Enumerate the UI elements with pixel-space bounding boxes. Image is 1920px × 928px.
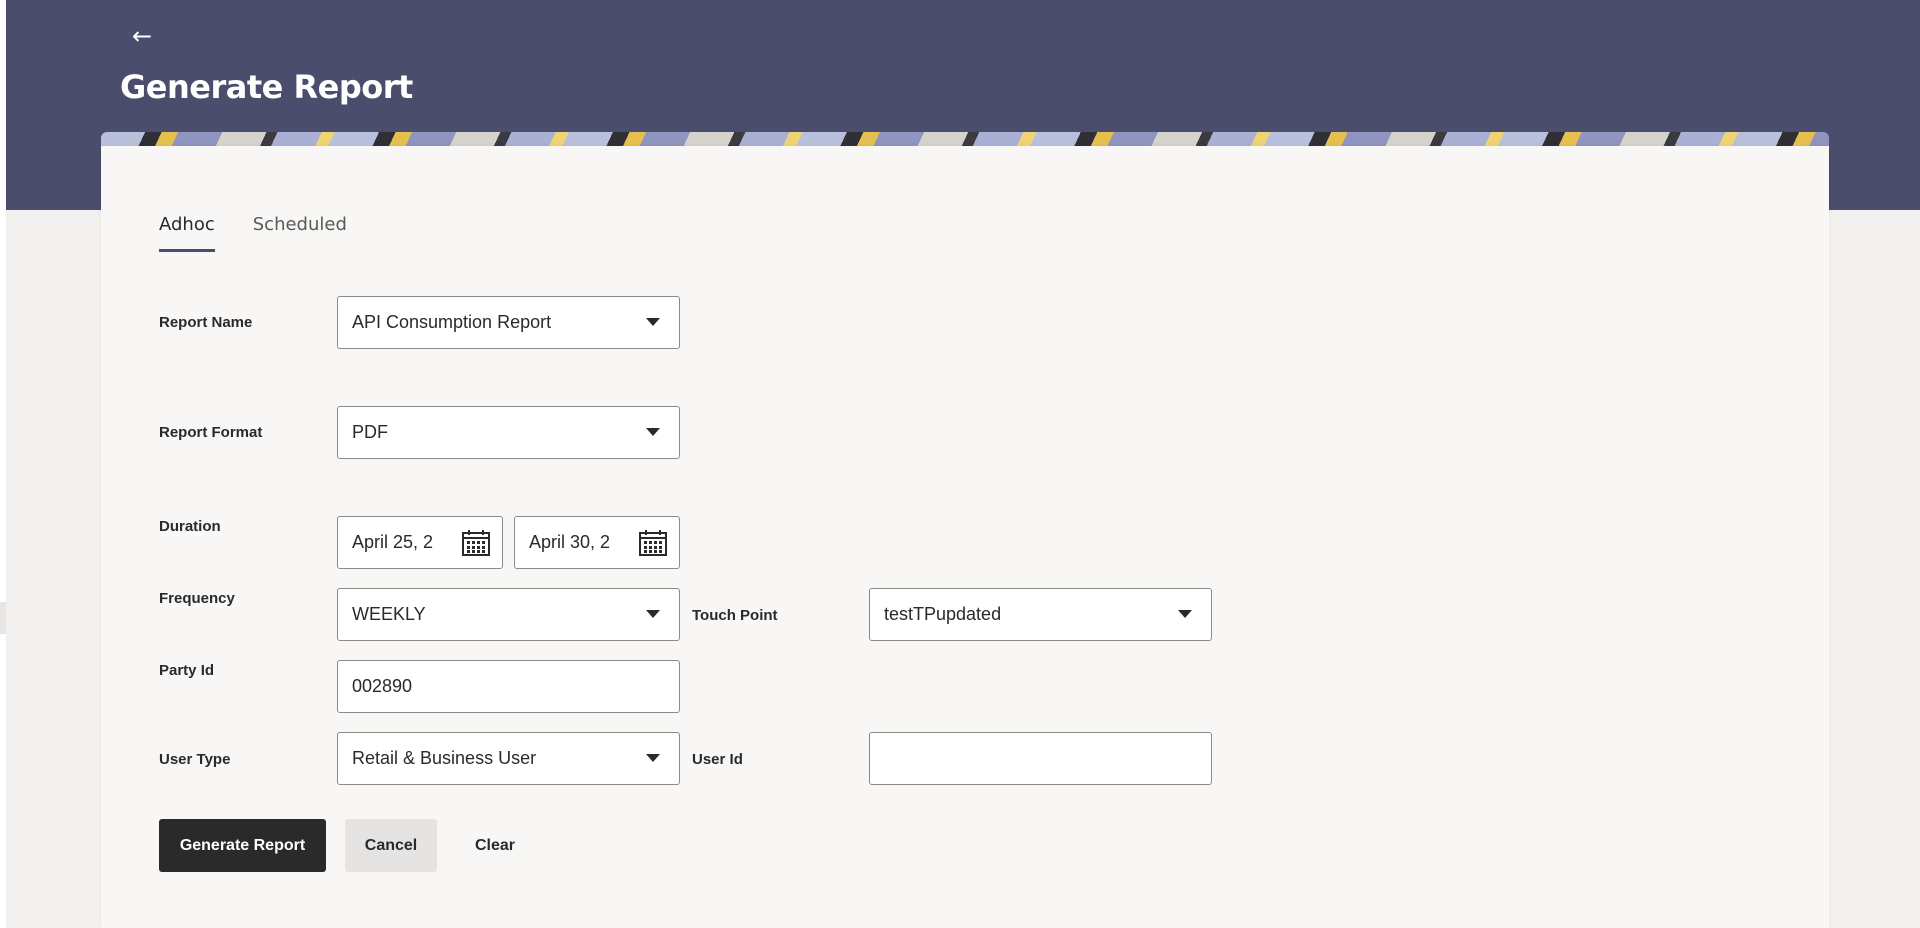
duration-from-date[interactable]: April 25, 2 <box>337 516 503 569</box>
report-name-select[interactable]: API Consumption Report <box>337 296 680 349</box>
duration-from-value: April 25, 2 <box>352 532 434 552</box>
cancel-button[interactable]: Cancel <box>345 819 437 872</box>
chevron-down-icon <box>646 318 660 326</box>
chevron-down-icon <box>1178 610 1192 618</box>
calendar-icon[interactable] <box>639 529 667 556</box>
report-tabs: Adhoc Scheduled <box>159 214 347 252</box>
frequency-value: WEEKLY <box>352 604 426 624</box>
duration-to-date[interactable]: April 30, 2 <box>514 516 680 569</box>
report-format-value: PDF <box>352 422 388 442</box>
clear-button[interactable]: Clear <box>456 819 534 872</box>
frequency-label: Frequency <box>159 590 235 607</box>
chevron-down-icon <box>646 428 660 436</box>
party-id-label: Party Id <box>159 662 215 679</box>
party-id-input[interactable]: 002890 <box>337 660 680 713</box>
frequency-select[interactable]: WEEKLY <box>337 588 680 641</box>
back-arrow-icon[interactable]: ← <box>128 22 156 50</box>
chevron-down-icon <box>646 754 660 762</box>
report-format-label: Report Format <box>159 424 263 441</box>
duration-to-value: April 30, 2 <box>529 532 611 552</box>
touch-point-label: Touch Point <box>692 607 778 624</box>
page-title: Generate Report <box>120 68 413 106</box>
tab-adhoc[interactable]: Adhoc <box>159 214 215 252</box>
report-name-value: API Consumption Report <box>352 312 552 332</box>
generate-report-button[interactable]: Generate Report <box>159 819 326 872</box>
touch-point-select[interactable]: testTPupdated <box>869 588 1212 641</box>
user-type-value: Retail & Business User <box>352 748 537 768</box>
tab-scheduled[interactable]: Scheduled <box>253 214 347 252</box>
user-type-select[interactable]: Retail & Business User <box>337 732 680 785</box>
user-id-input[interactable] <box>869 732 1212 785</box>
calendar-icon[interactable] <box>462 529 490 556</box>
duration-label: Duration <box>159 518 221 535</box>
report-name-label: Report Name <box>159 314 253 331</box>
chevron-down-icon <box>646 610 660 618</box>
report-format-select[interactable]: PDF <box>337 406 680 459</box>
user-type-label: User Type <box>159 751 231 768</box>
user-id-label: User Id <box>692 751 743 768</box>
party-id-value: 002890 <box>352 676 413 696</box>
touch-point-value: testTPupdated <box>884 604 1002 624</box>
